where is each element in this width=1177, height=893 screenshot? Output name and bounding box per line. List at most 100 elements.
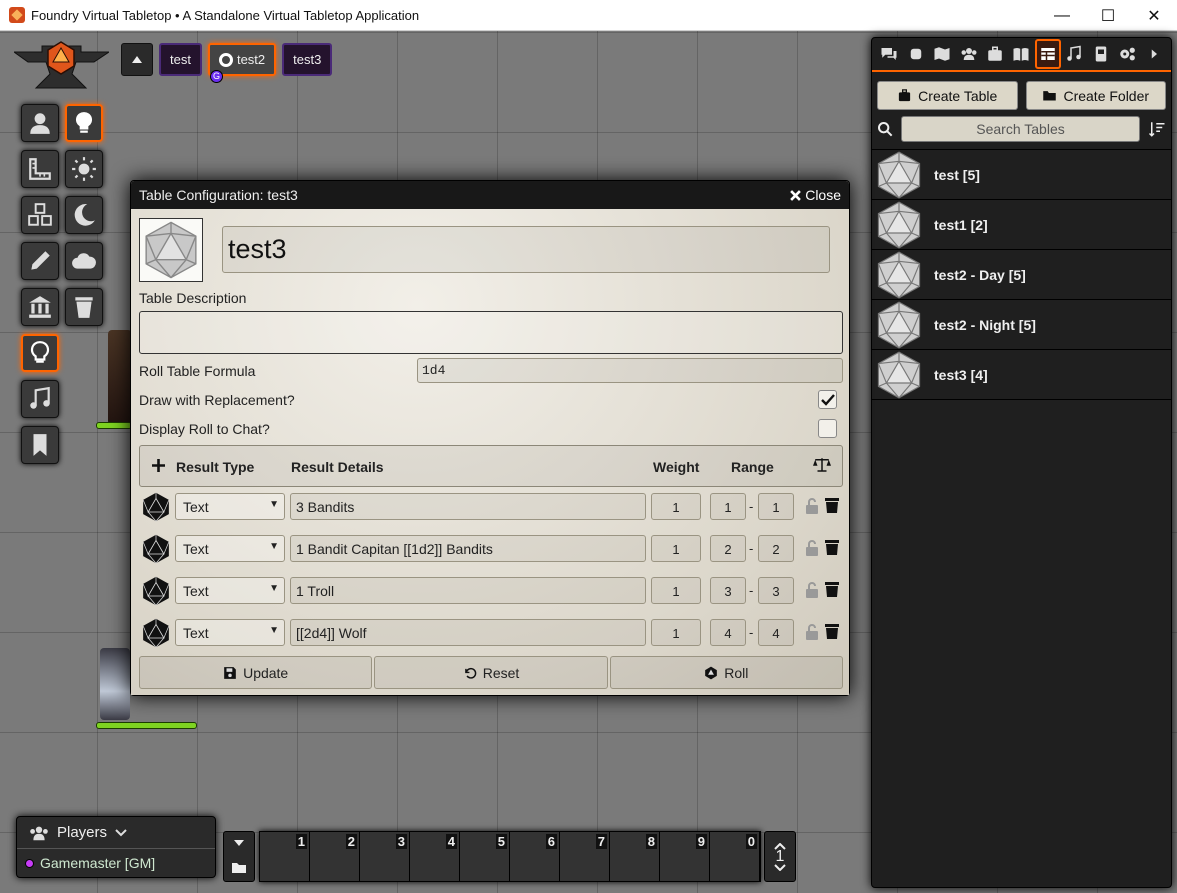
darkness-button[interactable] [65, 196, 103, 234]
result-weight-input[interactable]: 1 [651, 577, 701, 604]
trash-icon[interactable] [825, 581, 839, 597]
light-sun-button[interactable] [65, 150, 103, 188]
search-tables-input[interactable]: Search Tables [901, 116, 1140, 142]
scene-tab-test2[interactable]: test2 G [207, 43, 277, 83]
range-high-input[interactable]: 2 [758, 535, 794, 562]
tab-items[interactable] [982, 39, 1008, 69]
macro-slot[interactable]: 9 [660, 832, 710, 881]
table-image[interactable] [139, 218, 203, 282]
tiles-controls-button[interactable] [21, 196, 59, 234]
tab-tables[interactable] [1034, 39, 1062, 69]
token-figure[interactable] [100, 648, 130, 720]
macro-slot[interactable]: 1 [260, 832, 310, 881]
range-low-input[interactable]: 1 [710, 493, 746, 520]
add-result-icon[interactable] [152, 459, 165, 472]
d20-result-icon[interactable] [141, 534, 171, 564]
range-high-input[interactable]: 3 [758, 577, 794, 604]
table-entry[interactable]: test [5] [872, 150, 1171, 200]
d20-result-icon[interactable] [141, 618, 171, 648]
folder-icon[interactable] [232, 862, 246, 873]
table-name-input[interactable]: test3 [222, 226, 830, 273]
table-description-editor[interactable] [139, 311, 843, 354]
tab-playlists[interactable] [1061, 39, 1087, 69]
display-roll-checkbox[interactable] [818, 419, 837, 438]
dialog-header[interactable]: Table Configuration: test3 Close [131, 181, 849, 209]
sidebar-collapse-button[interactable] [1141, 39, 1167, 69]
unlock-icon[interactable] [805, 624, 819, 640]
result-weight-input[interactable]: 1 [651, 619, 701, 646]
macro-slot[interactable]: 0 [710, 832, 760, 881]
tab-settings[interactable] [1114, 39, 1140, 69]
walls-controls-button[interactable] [21, 288, 59, 326]
token-figure[interactable] [108, 330, 132, 425]
scene-tab-test3[interactable]: test3 [282, 43, 333, 76]
chevron-down-icon[interactable] [774, 863, 786, 871]
roll-button[interactable]: Roll [609, 656, 843, 689]
trash-icon[interactable] [825, 497, 839, 513]
hotbar-page-control[interactable]: 1 [764, 831, 796, 882]
window-close-button[interactable]: ✕ [1131, 0, 1177, 31]
result-weight-input[interactable]: 1 [651, 493, 701, 520]
range-low-input[interactable]: 3 [710, 577, 746, 604]
result-type-select[interactable]: Text ▼ [175, 619, 285, 646]
lighting-controls-button[interactable] [65, 104, 103, 142]
table-entry[interactable]: test3 [4] [872, 350, 1171, 400]
balance-scale-icon[interactable] [813, 457, 831, 473]
macro-slot[interactable]: 8 [610, 832, 660, 881]
measure-controls-button[interactable] [21, 150, 59, 188]
macro-slot[interactable]: 2 [310, 832, 360, 881]
minimize-button[interactable]: — [1039, 0, 1085, 31]
create-folder-button[interactable]: Create Folder [1025, 81, 1166, 110]
result-details-input[interactable]: 1 Troll [290, 577, 646, 604]
macro-slot[interactable]: 4 [410, 832, 460, 881]
range-low-input[interactable]: 4 [710, 619, 746, 646]
macro-slot[interactable]: 3 [360, 832, 410, 881]
replacement-checkbox[interactable] [818, 390, 837, 409]
scene-tab-test[interactable]: test [159, 43, 202, 76]
token-controls-button[interactable] [21, 104, 59, 142]
unlock-icon[interactable] [805, 582, 819, 598]
dialog-close-button[interactable]: Close [790, 187, 841, 203]
scene-nav-toggle-button[interactable] [121, 43, 153, 76]
update-button[interactable]: Update [139, 656, 373, 689]
unlock-icon[interactable] [805, 540, 819, 556]
reset-button[interactable]: Reset [374, 656, 608, 689]
sound-controls-button[interactable] [21, 380, 59, 418]
range-high-input[interactable]: 1 [758, 493, 794, 520]
result-type-select[interactable]: Text ▼ [175, 535, 285, 562]
range-low-input[interactable]: 2 [710, 535, 746, 562]
macro-slot[interactable]: 6 [510, 832, 560, 881]
lighting-layer-button[interactable] [21, 334, 59, 372]
result-details-input[interactable]: 1 Bandit Capitan [[1d2]] Bandits [290, 535, 646, 562]
result-weight-input[interactable]: 1 [651, 535, 701, 562]
unlock-icon[interactable] [805, 498, 819, 514]
macro-slot[interactable]: 7 [560, 832, 610, 881]
weather-button[interactable] [65, 242, 103, 280]
trash-icon[interactable] [825, 623, 839, 639]
tab-compendium[interactable] [1088, 39, 1114, 69]
result-type-select[interactable]: Text ▼ [175, 493, 285, 520]
result-type-select[interactable]: Text ▼ [175, 577, 285, 604]
tab-scenes[interactable] [929, 39, 955, 69]
d20-result-icon[interactable] [141, 492, 171, 522]
trash-icon[interactable] [825, 539, 839, 555]
clear-button[interactable] [65, 288, 103, 326]
maximize-button[interactable]: ☐ [1085, 0, 1131, 31]
roll-formula-input[interactable]: 1d4 [417, 358, 843, 383]
notes-controls-button[interactable] [21, 426, 59, 464]
tab-actors[interactable] [955, 39, 981, 69]
foundry-anvil-logo[interactable] [14, 40, 109, 95]
players-header[interactable]: Players [17, 817, 215, 849]
tab-journal[interactable] [1008, 39, 1034, 69]
table-entry[interactable]: test1 [2] [872, 200, 1171, 250]
d20-result-icon[interactable] [141, 576, 171, 606]
tab-combat[interactable] [902, 39, 928, 69]
range-high-input[interactable]: 4 [758, 619, 794, 646]
tab-chat[interactable] [876, 39, 902, 69]
table-entry[interactable]: test2 - Day [5] [872, 250, 1171, 300]
macro-slot[interactable]: 5 [460, 832, 510, 881]
drawing-controls-button[interactable] [21, 242, 59, 280]
sort-icon[interactable] [1148, 120, 1166, 138]
result-details-input[interactable]: [[2d4]] Wolf [290, 619, 646, 646]
caret-down-icon[interactable] [234, 840, 244, 846]
